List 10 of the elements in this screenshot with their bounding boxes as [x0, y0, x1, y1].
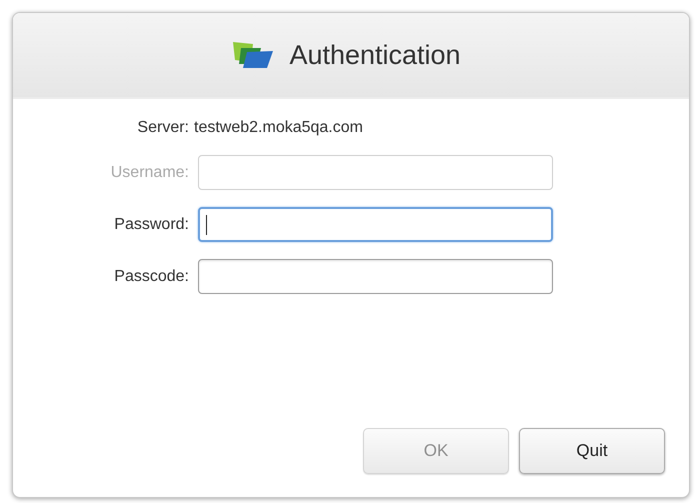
folder-icon — [231, 40, 276, 70]
window-title: Authentication — [289, 40, 461, 70]
server-label: Server: — [136, 119, 189, 137]
field-label: Passcode: — [113, 268, 189, 286]
input-field[interactable] — [198, 259, 553, 294]
field-label: Username: — [110, 164, 189, 182]
server-address: testweb2.moka5qa.com — [194, 119, 364, 137]
dialog-button[interactable]: Quit — [519, 428, 665, 474]
input-field[interactable] — [198, 207, 553, 242]
field-label: Password: — [113, 216, 189, 234]
